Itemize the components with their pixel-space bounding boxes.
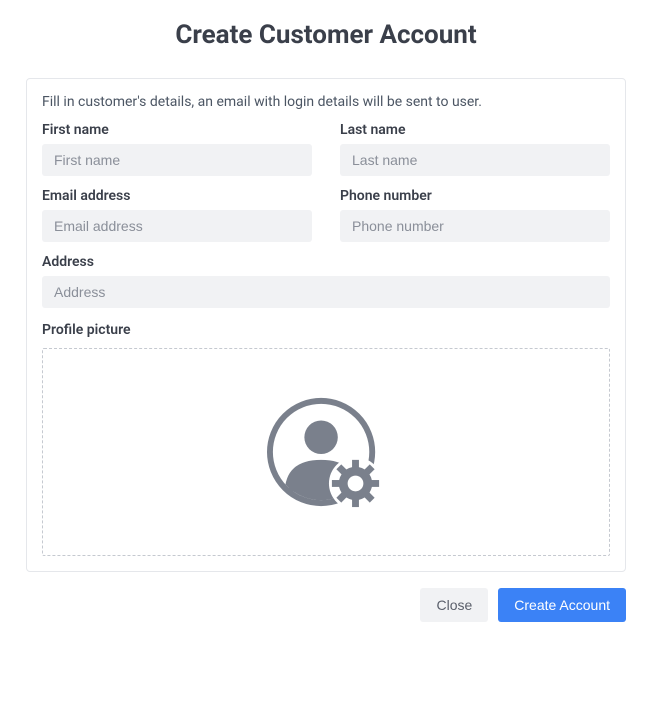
form-card: Fill in customer's details, an email wit… — [26, 78, 626, 572]
page-title: Create Customer Account — [26, 20, 626, 50]
profile-picture-dropzone[interactable] — [42, 348, 610, 556]
avatar-gear-icon — [267, 392, 385, 512]
create-account-button[interactable]: Create Account — [498, 588, 626, 622]
footer-actions: Close Create Account — [26, 588, 626, 622]
profile-picture-section: Profile picture — [42, 322, 610, 556]
address-input[interactable] — [42, 276, 610, 308]
label-first-name: First name — [42, 122, 312, 138]
label-phone: Phone number — [340, 188, 610, 204]
row-name: First name Last name — [42, 122, 610, 176]
label-profile-picture: Profile picture — [42, 322, 610, 338]
field-phone: Phone number — [340, 188, 610, 242]
phone-input[interactable] — [340, 210, 610, 242]
label-last-name: Last name — [340, 122, 610, 138]
email-input[interactable] — [42, 210, 312, 242]
close-button[interactable]: Close — [420, 588, 488, 622]
first-name-input[interactable] — [42, 144, 312, 176]
label-email: Email address — [42, 188, 312, 204]
row-contact: Email address Phone number — [42, 188, 610, 242]
field-email: Email address — [42, 188, 312, 242]
label-address: Address — [42, 254, 610, 270]
field-first-name: First name — [42, 122, 312, 176]
last-name-input[interactable] — [340, 144, 610, 176]
field-last-name: Last name — [340, 122, 610, 176]
field-address: Address — [42, 254, 610, 308]
form-description: Fill in customer's details, an email wit… — [42, 94, 610, 110]
